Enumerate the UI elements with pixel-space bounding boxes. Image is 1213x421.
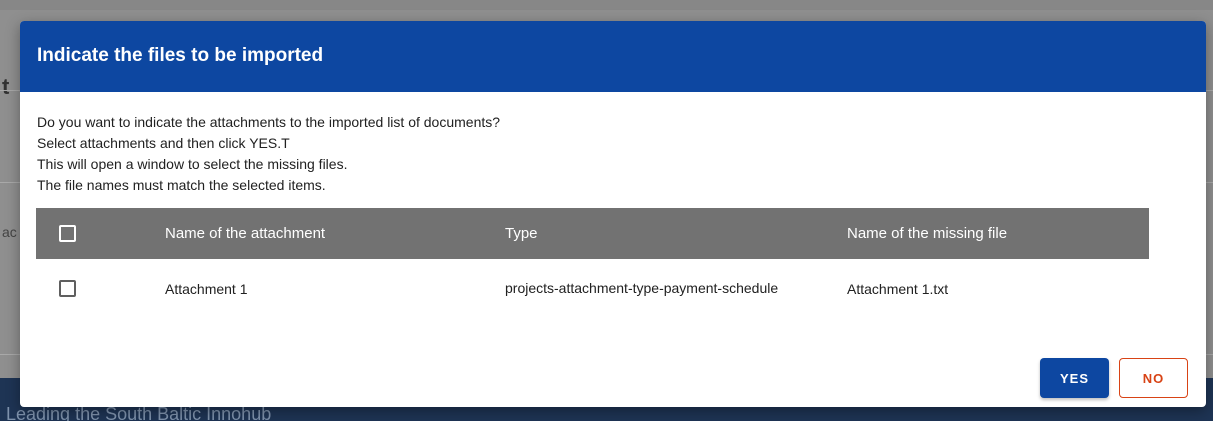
message-line: Select attachments and then click YES.T (37, 135, 290, 151)
dialog-message: Do you want to indicate the attachments … (20, 92, 1206, 196)
attachment-type-cell: projects-attachment-type-payment-schedul… (505, 280, 779, 296)
row-select-cell (36, 259, 165, 318)
row-checkbox[interactable] (59, 280, 76, 298)
column-header-missing-file[interactable]: Name of the missing file (847, 208, 1149, 259)
message-line: This will open a window to select the mi… (37, 156, 348, 172)
dialog-actions: YES NO (1040, 358, 1188, 398)
no-button[interactable]: NO (1119, 358, 1188, 398)
dialog-title: Indicate the files to be imported (37, 44, 324, 66)
yes-button[interactable]: YES (1040, 358, 1109, 398)
column-header-type[interactable]: Type (505, 208, 847, 259)
select-all-checkbox[interactable] (59, 225, 76, 243)
message-line: The file names must match the selected i… (37, 177, 326, 193)
background-text-fragment: ac (2, 224, 17, 240)
select-all-cell (36, 208, 165, 259)
table-header-row: Name of the attachment Type Name of the … (36, 208, 1149, 259)
column-header-attachment-name[interactable]: Name of the attachment (165, 208, 505, 259)
background-heading-fragment: t (2, 74, 10, 99)
attachments-table: Name of the attachment Type Name of the … (36, 208, 1149, 318)
attachment-name-cell: Attachment 1 (165, 280, 248, 297)
table-row[interactable]: Attachment 1 projects-attachment-type-pa… (36, 259, 1149, 318)
missing-file-cell: Attachment 1.txt (847, 280, 949, 297)
message-line: Do you want to indicate the attachments … (37, 114, 501, 130)
dialog-header: Indicate the files to be imported (20, 21, 1206, 92)
